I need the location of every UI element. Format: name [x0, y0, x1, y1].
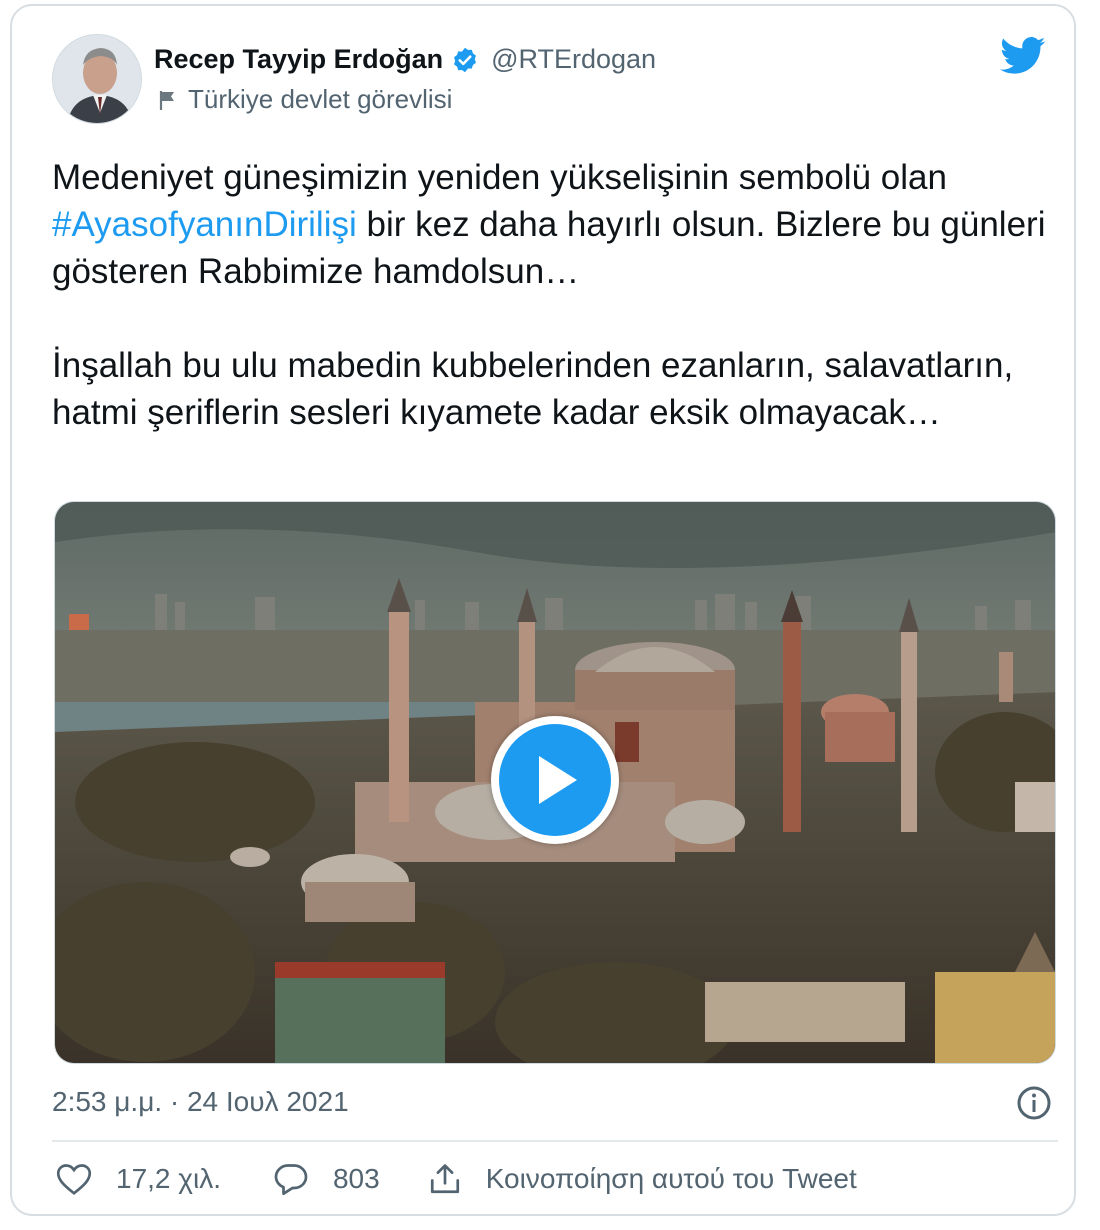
- avatar[interactable]: [52, 34, 142, 124]
- account-label-text: Türkiye devlet görevlisi: [188, 84, 453, 114]
- tweet-paragraph-1: Medeniyet güneşimizin yeniden yükselişin…: [52, 154, 1062, 295]
- tweet-text-segment: Medeniyet güneşimizin yeniden yükselişin…: [52, 158, 947, 197]
- tweet-actions: 17,2 χιλ. 803 Κοινοποίηση αυτού του Twee…: [56, 1162, 857, 1196]
- like-button[interactable]: 17,2 χιλ.: [56, 1162, 221, 1196]
- heart-icon: [56, 1164, 92, 1195]
- verified-badge-icon: [454, 47, 477, 72]
- hashtag-link[interactable]: #AyasofyanınDirilişi: [52, 205, 357, 244]
- divider: [52, 1140, 1058, 1142]
- play-button-fill: [499, 724, 611, 836]
- tweet-text: Medeniyet güneşimizin yeniden yükselişin…: [52, 154, 1062, 436]
- tweet-paragraph-2: İnşallah bu ulu mabedin kubbelerinden ez…: [52, 346, 1014, 432]
- reply-count: 803: [332, 1163, 380, 1194]
- reply-button[interactable]: 803: [273, 1162, 380, 1196]
- author-handle[interactable]: @RTErdogan: [491, 44, 656, 75]
- info-icon[interactable]: [1016, 1085, 1052, 1121]
- like-count: 17,2 χιλ.: [116, 1163, 221, 1194]
- play-button[interactable]: [491, 716, 619, 844]
- twitter-bird-icon[interactable]: [1000, 36, 1046, 76]
- play-icon: [539, 756, 577, 804]
- avatar-photo: [53, 35, 141, 123]
- account-label: Türkiye devlet görevlisi: [156, 84, 452, 115]
- author-name[interactable]: Recep Tayyip Erdoğan: [154, 44, 443, 75]
- speech-bubble-icon: [274, 1164, 308, 1196]
- flag-icon: [159, 90, 174, 110]
- tweet-card: Recep Tayyip Erdoğan @RTErdogan Türkiye …: [10, 4, 1076, 1216]
- share-label: Κοινοποίηση αυτού του Tweet: [485, 1163, 857, 1194]
- tweet-timestamp[interactable]: 2:53 μ.μ. · 24 Ιουλ 2021: [52, 1086, 349, 1118]
- author-row[interactable]: Recep Tayyip Erdoğan @RTErdogan: [154, 44, 656, 75]
- share-button[interactable]: Κοινοποίηση αυτού του Tweet: [428, 1162, 857, 1196]
- share-upload-icon: [430, 1164, 459, 1194]
- video-player[interactable]: [54, 501, 1056, 1064]
